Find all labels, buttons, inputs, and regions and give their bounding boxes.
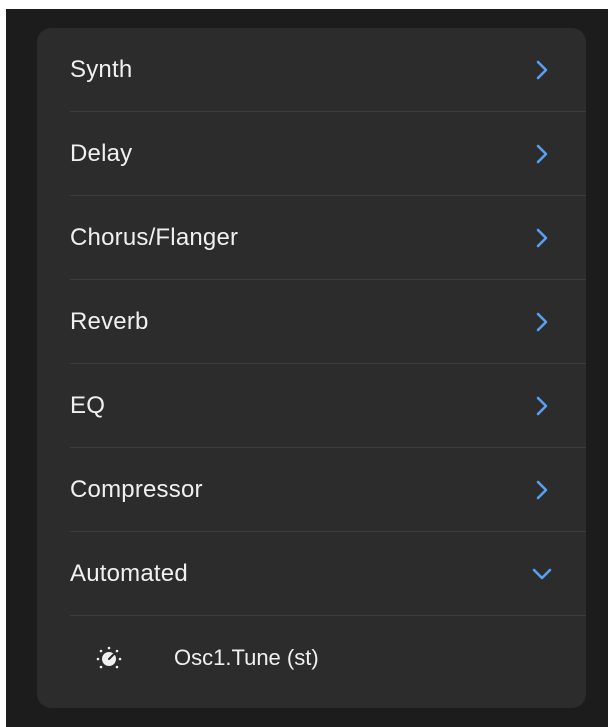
automated-param-label: Osc1.Tune (st) [174, 645, 319, 670]
menu-item-label: Synth [70, 56, 133, 83]
chevron-right-icon [529, 141, 555, 167]
chevron-right-icon [529, 309, 555, 335]
chevron-down-icon [529, 561, 555, 587]
chevron-right-icon [529, 225, 555, 251]
chevron-right-icon [529, 57, 555, 83]
menu-item-label: Automated [70, 560, 188, 587]
automated-param-osc1-tune[interactable]: Osc1.Tune (st) [37, 616, 586, 700]
menu-item-label: Compressor [70, 476, 203, 503]
menu-item-label: Delay [70, 140, 133, 167]
menu-item-label: Reverb [70, 308, 149, 335]
menu-item-delay[interactable]: Delay [37, 112, 586, 196]
parameter-menu-panel: Synth Delay Chorus/Flanger Reverb EQ Com… [37, 28, 586, 708]
menu-item-label: EQ [70, 392, 106, 419]
chevron-right-icon [529, 393, 555, 419]
menu-item-label: Chorus/Flanger [70, 224, 239, 251]
menu-item-compressor[interactable]: Compressor [37, 448, 586, 532]
menu-item-chorus-flanger[interactable]: Chorus/Flanger [37, 196, 586, 280]
menu-item-eq[interactable]: EQ [37, 364, 586, 448]
chevron-right-icon [529, 477, 555, 503]
knob-icon [94, 643, 124, 673]
menu-item-automated[interactable]: Automated [37, 532, 586, 616]
menu-item-synth[interactable]: Synth [37, 28, 586, 112]
menu-item-reverb[interactable]: Reverb [37, 280, 586, 364]
